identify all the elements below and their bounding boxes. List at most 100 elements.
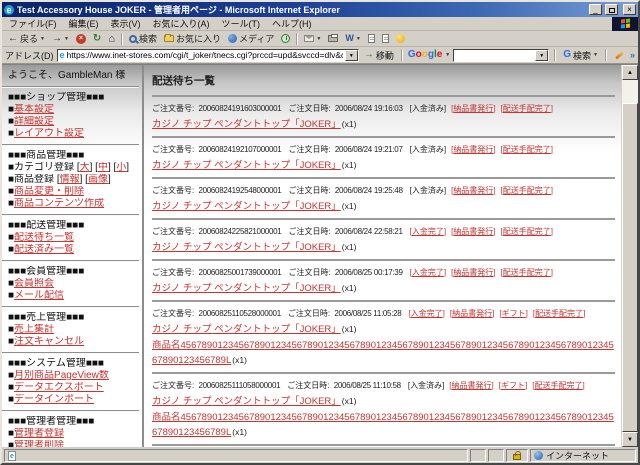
order-action[interactable]: [配送手配完了] [532, 381, 584, 390]
order-action[interactable]: [配送手配完了] [533, 309, 585, 318]
product-link[interactable]: カジノ チップ ペンダントトップ「JOKER」 [152, 242, 341, 253]
order-action[interactable]: [ギフト] [499, 381, 527, 390]
order-action[interactable]: [配送手配完了] [501, 104, 553, 113]
sidebar-link[interactable]: 大 [80, 162, 90, 173]
discuss-button[interactable] [365, 32, 378, 46]
sidebar-link[interactable]: 中 [98, 162, 108, 173]
product-link[interactable]: カジノ チップ ペンダントトップ「JOKER」 [152, 201, 341, 212]
product-link[interactable]: カジノ チップ ペンダントトップ「JOKER」 [152, 160, 341, 171]
order-action-link[interactable]: ギフト [501, 381, 525, 390]
back-dropdown-icon[interactable]: ▼ [40, 36, 45, 42]
order-action[interactable]: [納品書発行] [449, 381, 493, 390]
sidebar-link[interactable]: 会員照会 [14, 278, 54, 289]
order-action[interactable]: [納品書発行] [451, 104, 495, 113]
sidebar-link[interactable]: 売上集計 [14, 324, 54, 335]
menu-item[interactable]: ヘルプ(H) [266, 19, 318, 29]
print-button[interactable] [325, 32, 341, 46]
sidebar-link[interactable]: 配送待ち一覧 [14, 232, 74, 243]
research-button[interactable] [379, 32, 392, 46]
home-button[interactable]: ⌂ [105, 32, 118, 46]
payment-status-text[interactable]: 入金完了 [411, 309, 443, 318]
minimize-button[interactable]: _ [589, 4, 602, 15]
sidebar-link[interactable]: 基本設定 [14, 104, 54, 115]
search-button[interactable]: 検索 [126, 32, 160, 46]
order-action-link[interactable]: 配送手配完了 [535, 309, 583, 318]
mail-button[interactable]: ▼ [301, 32, 324, 46]
google-search-button[interactable]: G 検索 ▼ [561, 49, 600, 62]
order-action-link[interactable]: ギフト [502, 309, 526, 318]
sidebar-link[interactable]: データエクスポート [14, 382, 104, 393]
order-action-link[interactable]: 配送手配完了 [534, 381, 582, 390]
vertical-scrollbar[interactable]: ▲ ▼ [621, 65, 638, 447]
google-search-button-dropdown-icon[interactable]: ▼ [593, 52, 598, 58]
stop-button[interactable]: × [73, 32, 89, 46]
order-action-link[interactable]: 納品書発行 [453, 186, 493, 195]
sidebar-link[interactable]: 管理者削除 [14, 440, 64, 447]
order-action-link[interactable]: 配送手配完了 [503, 227, 551, 236]
google-logo-dropdown-icon[interactable]: ▼ [445, 52, 450, 58]
order-action[interactable]: [納品書発行] [450, 309, 494, 318]
sidebar-link[interactable]: 商品変更・削除 [14, 186, 84, 197]
payment-status-text[interactable]: 入金完了 [412, 227, 444, 236]
product-link[interactable]: 商品名4567890123456789012345678901234567890… [152, 340, 614, 366]
order-action-link[interactable]: 納品書発行 [452, 381, 492, 390]
google-search-dropdown-button[interactable]: ▼ [535, 50, 548, 61]
sidebar-link[interactable]: 商品コンテンツ作成 [14, 198, 104, 209]
product-link[interactable]: カジノ チップ ペンダントトップ「JOKER」 [152, 119, 341, 130]
sidebar-link[interactable]: 詳細設定 [14, 116, 54, 127]
media-button[interactable]: メディア [225, 32, 277, 46]
order-action-link[interactable]: 配送手配完了 [503, 104, 551, 113]
history-button[interactable] [278, 32, 293, 46]
product-link[interactable]: カジノ チップ ペンダントトップ「JOKER」 [152, 396, 341, 407]
address-input[interactable] [67, 50, 343, 61]
menu-item[interactable]: 編集(E) [63, 19, 105, 29]
order-action-link[interactable]: 納品書発行 [453, 104, 493, 113]
sidebar-link[interactable]: 小 [116, 162, 126, 173]
order-action-link[interactable]: 納品書発行 [453, 268, 493, 277]
scroll-up-button[interactable]: ▲ [622, 65, 638, 80]
payment-status[interactable]: [入金完了] [408, 309, 444, 318]
sidebar-link[interactable]: データインポート [14, 394, 94, 405]
sidebar-link[interactable]: レイアウト設定 [14, 128, 84, 139]
sidebar-link[interactable]: 配送済み一覧 [14, 244, 74, 255]
order-action[interactable]: [配送手配完了] [501, 227, 553, 236]
order-action[interactable]: [納品書発行] [451, 227, 495, 236]
menu-item[interactable]: 表示(V) [105, 19, 147, 29]
forward-button[interactable]: → ▼ [49, 32, 72, 46]
order-action-link[interactable]: 納品書発行 [453, 145, 493, 154]
order-action[interactable]: [配送手配完了] [501, 186, 553, 195]
order-action[interactable]: [納品書発行] [451, 186, 495, 195]
sidebar-link[interactable]: 注文キャンセル [14, 336, 84, 347]
order-action-link[interactable]: 配送手配完了 [503, 268, 551, 277]
product-link[interactable]: カジノ チップ ペンダントトップ「JOKER」 [152, 324, 341, 335]
mail-dropdown-icon[interactable]: ▼ [316, 36, 321, 42]
order-action[interactable]: [配送手配完了] [501, 268, 553, 277]
messenger-button[interactable] [393, 32, 408, 46]
sidebar-link[interactable]: 画像 [88, 174, 108, 185]
edit-dropdown-icon[interactable]: ▼ [356, 36, 361, 42]
sidebar-link[interactable]: メール配信 [14, 290, 64, 301]
payment-status[interactable]: [入金完了] [410, 227, 446, 236]
google-search-input[interactable] [454, 50, 535, 61]
sidebar-link[interactable]: 情報 [60, 174, 80, 185]
refresh-button[interactable]: ↻ [90, 32, 104, 46]
highlight-button[interactable] [612, 48, 627, 62]
scroll-down-button[interactable]: ▼ [622, 432, 638, 447]
address-dropdown-button[interactable]: ▼ [345, 50, 358, 61]
toolbar-overflow-chevron[interactable]: » [630, 50, 635, 60]
title-bar[interactable]: e Test Accessory House JOKER - 管理者用ページ -… [2, 2, 638, 17]
restore-button[interactable] [605, 4, 618, 15]
menu-item[interactable]: ファイル(F) [3, 19, 63, 29]
forward-dropdown-icon[interactable]: ▼ [64, 36, 69, 42]
sidebar-link[interactable]: 月別商品PageView数 [14, 370, 109, 381]
go-button[interactable]: → 移動 [362, 49, 396, 62]
favorites-button[interactable]: お気に入り [161, 32, 224, 46]
product-link[interactable]: カジノ チップ ペンダントトップ「JOKER」 [152, 283, 341, 294]
back-button[interactable]: ← 戻る ▼ [5, 32, 48, 46]
order-action[interactable]: [納品書発行] [451, 145, 495, 154]
close-button[interactable]: × [623, 4, 636, 15]
order-action-link[interactable]: 配送手配完了 [503, 145, 551, 154]
payment-status[interactable]: [入金完了] [410, 268, 446, 277]
order-action-link[interactable]: 納品書発行 [453, 227, 493, 236]
order-action[interactable]: [納品書発行] [451, 268, 495, 277]
